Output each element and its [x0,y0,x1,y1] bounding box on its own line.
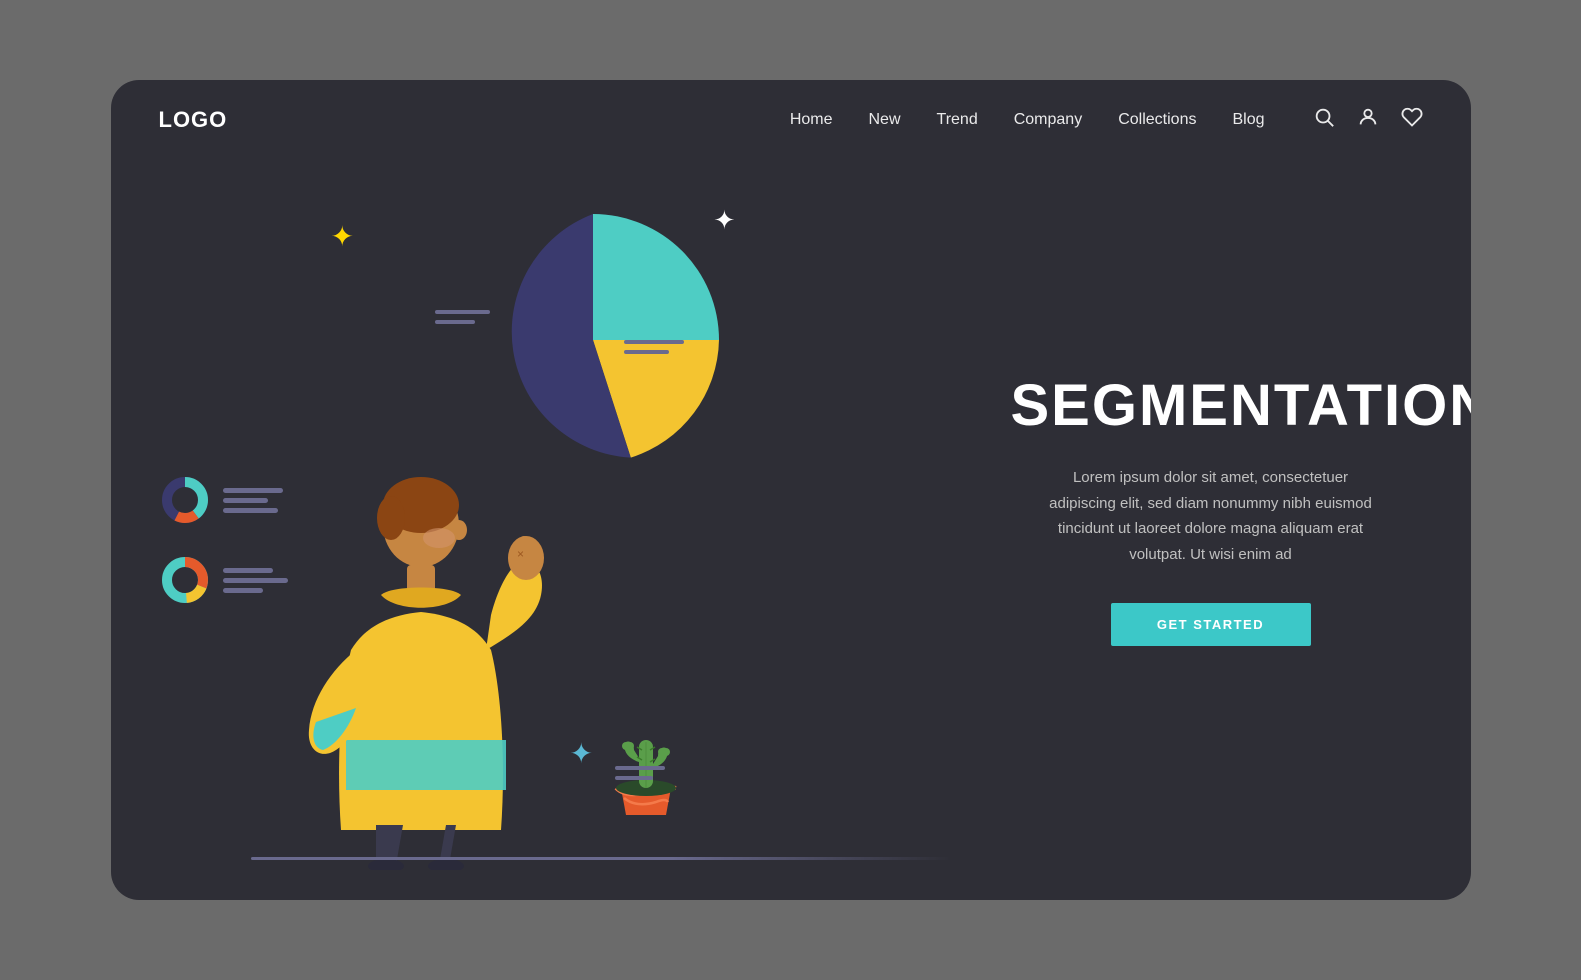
nav-link-blog[interactable]: Blog [1232,111,1264,128]
navbar: LOGO Home New Trend Company Collections … [111,80,1471,160]
sparkle-gold-icon: ✦ [331,220,354,253]
nav-link-new[interactable]: New [869,111,901,128]
nav-item-trend[interactable]: Trend [937,111,978,129]
donut-chart-2 [159,554,211,606]
right-area: SEGMENTATION Lorem ipsum dolor sit amet,… [1011,180,1471,900]
conn-line [624,350,669,354]
pie-chart-container [453,200,733,480]
heart-icon[interactable] [1401,106,1423,134]
chart-line [223,568,273,573]
conn-line [624,340,684,344]
nav-item-company[interactable]: Company [1014,111,1082,129]
nav-link-company[interactable]: Company [1014,111,1082,128]
nav-link-home[interactable]: Home [790,111,833,128]
donut-chart-1 [159,474,211,526]
nav-icon-group [1313,106,1423,134]
illustration-area: ✦ ✦ [111,180,1011,900]
user-icon[interactable] [1357,106,1379,134]
connector-lines-top [435,310,490,324]
logo: LOGO [159,107,228,133]
nav-item-home[interactable]: Home [790,111,833,129]
person-svg: × [291,450,571,870]
nav-item-blog[interactable]: Blog [1232,111,1264,129]
conn-line [615,766,665,770]
main-window: LOGO Home New Trend Company Collections … [111,80,1471,900]
main-content: ✦ ✦ [111,160,1471,900]
chart-line [223,498,268,503]
floor-line [251,857,951,860]
sparkle-plant-icon: ✦ [570,737,593,770]
left-charts [159,474,288,606]
nav-link-collections[interactable]: Collections [1118,111,1196,128]
connector-lines-bottom [615,766,665,780]
donut-row-1 [159,474,288,526]
nav-links: Home New Trend Company Collections Blog [790,111,1265,129]
search-icon[interactable] [1313,106,1335,134]
svg-text:×: × [517,547,524,561]
conn-line [615,776,653,780]
chart-line [223,578,288,583]
conn-line [435,320,475,324]
chart-line [223,488,283,493]
chart-line [223,588,263,593]
hero-title: SEGMENTATION [1011,374,1411,438]
chart-line [223,508,278,513]
hero-description: Lorem ipsum dolor sit amet, consectetuer… [1041,465,1381,567]
get-started-button[interactable]: GET STARTED [1111,603,1311,646]
nav-item-collections[interactable]: Collections [1118,111,1196,129]
chart-lines-1 [223,488,283,513]
chart-lines-2 [223,568,288,593]
pie-chart [453,200,733,480]
nav-item-new[interactable]: New [869,111,901,129]
conn-line [435,310,490,314]
sparkle-white-icon: ✦ [714,205,736,236]
connector-lines [624,340,684,354]
donut-row-2 [159,554,288,606]
nav-link-trend[interactable]: Trend [937,111,978,128]
person-figure: × [291,450,571,870]
